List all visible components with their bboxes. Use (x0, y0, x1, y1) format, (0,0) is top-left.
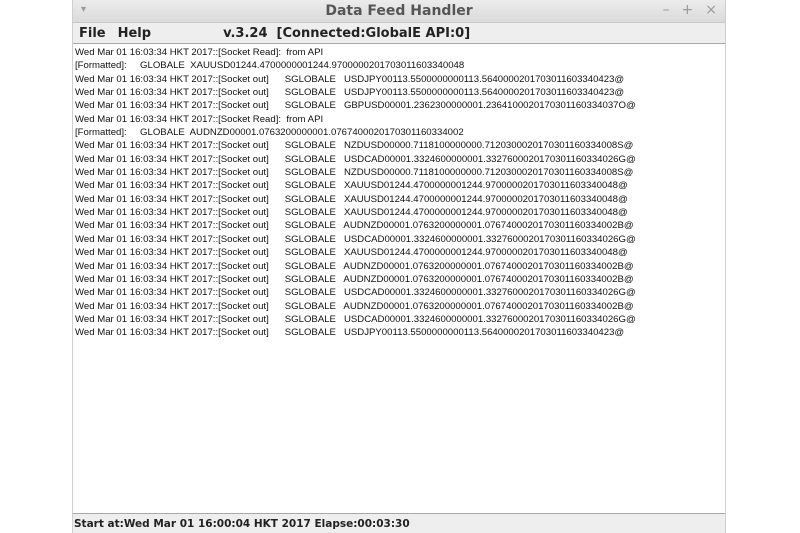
status-bar: Start at:Wed Mar 01 16:00:04 HKT 2017 El… (73, 514, 725, 533)
log-line: Wed Mar 01 16:03:34 HKT 2017::[Socket ou… (75, 193, 628, 205)
log-line: Wed Mar 01 16:03:34 HKT 2017::[Socket Re… (75, 47, 324, 58)
log-line: Wed Mar 01 16:03:34 HKT 2017::[Socket ou… (75, 287, 636, 299)
log-line: Wed Mar 01 16:03:34 HKT 2017::[Socket Re… (75, 113, 324, 125)
connection-status: v.3.24 [Connected:GlobalE API:0] (223, 25, 471, 41)
menu-file[interactable]: File (79, 26, 106, 41)
log-line: Wed Mar 01 16:03:34 HKT 2017::[Socket ou… (75, 247, 628, 259)
log-output[interactable]: Wed Mar 01 16:03:34 HKT 2017::[Socket Re… (73, 43, 725, 514)
log-line: Wed Mar 01 16:03:34 HKT 2017::[Socket ou… (75, 327, 625, 339)
menu-help[interactable]: Help (118, 26, 151, 41)
log-line: Wed Mar 01 16:03:34 HKT 2017::[Socket ou… (75, 180, 628, 192)
status-text: Start at:Wed Mar 01 16:00:04 HKT 2017 El… (74, 517, 410, 530)
log-line: Wed Mar 01 16:03:34 HKT 2017::[Socket ou… (75, 260, 634, 272)
log-line: Wed Mar 01 16:03:34 HKT 2017::[Socket ou… (75, 100, 636, 112)
log-line: [Formatted]: GLOBALE AUDNZD00001.0763200… (75, 127, 464, 139)
log-line: Wed Mar 01 16:03:34 HKT 2017::[Socket ou… (75, 313, 636, 325)
log-line: Wed Mar 01 16:03:34 HKT 2017::[Socket ou… (75, 73, 625, 85)
log-line: Wed Mar 01 16:03:34 HKT 2017::[Socket ou… (75, 167, 634, 179)
close-icon[interactable]: × (705, 2, 717, 18)
log-line: Wed Mar 01 16:03:34 HKT 2017::[Socket ou… (75, 207, 628, 219)
window-title: Data Feed Handler (325, 3, 473, 19)
window-controls: – + × (663, 2, 717, 18)
minimize-icon[interactable]: – (663, 2, 670, 18)
menu-bar: File Help v.3.24 [Connected:GlobalE API:… (73, 23, 725, 43)
title-bar[interactable]: ▾ Data Feed Handler – + × (73, 0, 725, 23)
log-line: Wed Mar 01 16:03:34 HKT 2017::[Socket ou… (75, 273, 634, 285)
window-menu-icon[interactable]: ▾ (81, 4, 86, 15)
maximize-icon[interactable]: + (682, 2, 694, 18)
log-line: Wed Mar 01 16:03:34 HKT 2017::[Socket ou… (75, 300, 634, 312)
log-line: [Formatted]: GLOBALE XAUUSD01244.4700000… (75, 60, 465, 72)
log-line: Wed Mar 01 16:03:34 HKT 2017::[Socket ou… (75, 140, 634, 152)
log-line: Wed Mar 01 16:03:34 HKT 2017::[Socket ou… (75, 233, 636, 245)
log-line: Wed Mar 01 16:03:34 HKT 2017::[Socket ou… (75, 220, 634, 232)
log-line: Wed Mar 01 16:03:34 HKT 2017::[Socket ou… (75, 87, 625, 99)
app-window: ▾ Data Feed Handler – + × File Help v.3.… (72, 0, 726, 533)
log-line: Wed Mar 01 16:03:34 HKT 2017::[Socket ou… (75, 153, 636, 165)
